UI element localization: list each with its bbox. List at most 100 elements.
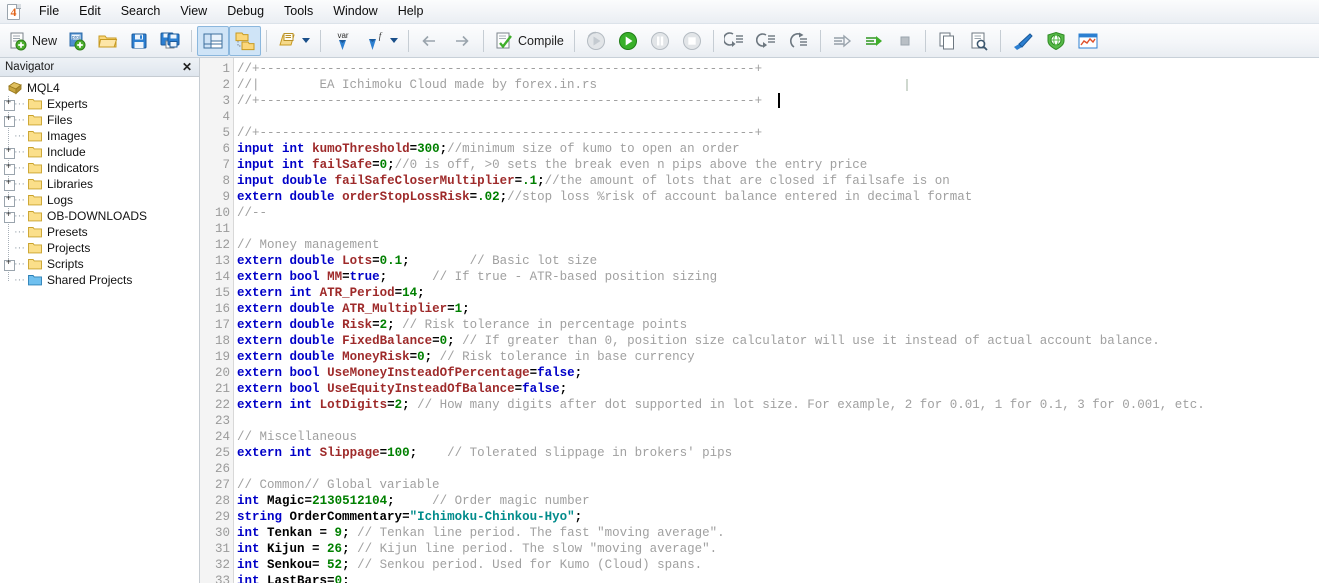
restart-button[interactable]: [580, 26, 612, 56]
toggle-navigator-button[interactable]: [197, 25, 230, 56]
code-line[interactable]: input double failSafeCloserMultiplier=.1…: [237, 173, 1319, 189]
expand-plus-icon[interactable]: [4, 193, 15, 207]
chevron-down-icon[interactable]: [302, 38, 311, 43]
folder-icon: [26, 226, 44, 238]
menu-search[interactable]: Search: [111, 1, 171, 22]
code-line[interactable]: extern bool UseMoneyInsteadOfPercentage=…: [237, 365, 1319, 381]
compile-button[interactable]: Compile: [489, 26, 569, 56]
code-text-area[interactable]: //+-------------------------------------…: [234, 58, 1319, 583]
code-line[interactable]: int Kijun = 26; // Kijun line period. Th…: [237, 541, 1319, 557]
terminal-button[interactable]: [1072, 26, 1104, 56]
variables-button[interactable]: var: [326, 26, 360, 56]
save-all-button[interactable]: [154, 26, 186, 56]
close-icon[interactable]: ✕: [179, 61, 195, 73]
step-over-button[interactable]: [751, 26, 783, 56]
line-number: 20: [214, 366, 230, 380]
expand-plus-icon[interactable]: [4, 97, 15, 111]
step-into-button[interactable]: [719, 26, 751, 56]
code-line[interactable]: extern int LotDigits=2; // How many digi…: [237, 397, 1319, 413]
code-line[interactable]: [237, 221, 1319, 237]
expand-plus-icon[interactable]: [4, 209, 15, 223]
navigator-titlebar: Navigator ✕: [0, 58, 199, 77]
code-line[interactable]: extern bool MM=true; // If true - ATR-ba…: [237, 269, 1319, 285]
expand-plus-icon[interactable]: [4, 161, 15, 175]
run-to-cursor-button[interactable]: [826, 26, 858, 56]
tree-item-logs[interactable]: ··· Logs: [0, 192, 199, 208]
tree-item-ob-downloads[interactable]: ··· OB-DOWNLOADS: [0, 208, 199, 224]
panel-layout-icon: [202, 31, 224, 51]
find-in-file-button[interactable]: [963, 26, 995, 56]
stop-debug-button[interactable]: [890, 26, 920, 56]
functions-button[interactable]: f: [360, 26, 403, 56]
tree-item-shared-projects[interactable]: ··· Shared Projects: [0, 272, 199, 288]
code-line[interactable]: extern double orderStopLossRisk=.02;//st…: [237, 189, 1319, 205]
new-file-button[interactable]: New: [3, 26, 62, 56]
start-button[interactable]: [612, 26, 644, 56]
code-line[interactable]: //+-------------------------------------…: [237, 93, 1319, 109]
menu-edit[interactable]: Edit: [69, 1, 111, 22]
back-button[interactable]: [414, 26, 446, 56]
mql5-community-button[interactable]: [1040, 26, 1072, 56]
code-line[interactable]: [237, 461, 1319, 477]
step-out-button[interactable]: [783, 26, 815, 56]
code-line[interactable]: //--: [237, 205, 1319, 221]
expand-plus-icon[interactable]: [4, 257, 15, 271]
open-button[interactable]: [92, 26, 124, 56]
style-button[interactable]: [1006, 26, 1040, 56]
tree-item-libraries[interactable]: ··· Libraries: [0, 176, 199, 192]
menu-debug[interactable]: Debug: [217, 1, 274, 22]
expand-plus-icon[interactable]: [4, 113, 15, 127]
code-line[interactable]: // Miscellaneous: [237, 429, 1319, 445]
code-line[interactable]: extern double ATR_Multiplier=1;: [237, 301, 1319, 317]
forward-button[interactable]: [446, 26, 478, 56]
code-line[interactable]: extern double MoneyRisk=0; // Risk toler…: [237, 349, 1319, 365]
copy-button[interactable]: [931, 26, 963, 56]
code-line[interactable]: int Tenkan = 9; // Tenkan line period. T…: [237, 525, 1319, 541]
code-line[interactable]: //+-------------------------------------…: [237, 61, 1319, 77]
menu-file[interactable]: File: [29, 1, 69, 22]
tree-item-presets[interactable]: ··· Presets: [0, 224, 199, 240]
code-line[interactable]: extern int Slippage=100; // Tolerated sl…: [237, 445, 1319, 461]
chevron-down-icon[interactable]: [390, 38, 399, 43]
code-line[interactable]: extern bool UseEquityInsteadOfBalance=fa…: [237, 381, 1319, 397]
code-line[interactable]: [237, 109, 1319, 125]
code-line[interactable]: // Money management: [237, 237, 1319, 253]
tree-item-experts[interactable]: ··· Experts: [0, 96, 199, 112]
code-line[interactable]: extern double Risk=2; // Risk tolerance …: [237, 317, 1319, 333]
code-line[interactable]: extern int ATR_Period=14;: [237, 285, 1319, 301]
toggle-toolbox-button[interactable]: [229, 25, 262, 56]
code-line[interactable]: input int kumoThreshold=300;//minimum si…: [237, 141, 1319, 157]
stop-button[interactable]: [676, 26, 708, 56]
tree-item-projects[interactable]: ··· Projects: [0, 240, 199, 256]
code-line[interactable]: extern double FixedBalance=0; // If grea…: [237, 333, 1319, 349]
tree-item-images[interactable]: ··· Images: [0, 128, 199, 144]
bookmarks-button[interactable]: [272, 26, 315, 56]
menu-window[interactable]: Window: [323, 1, 387, 22]
code-editor[interactable]: 1 2 3 4 5 6 7 8 9 10 11 12 13 14 15 16 17 18 19 20 21 22 23 24 2…: [200, 58, 1319, 583]
code-line[interactable]: input int failSafe=0;//0 is off, >0 sets…: [237, 157, 1319, 173]
tree-item-include[interactable]: ··· Include: [0, 144, 199, 160]
menu-tools[interactable]: Tools: [274, 1, 323, 22]
menu-help[interactable]: Help: [388, 1, 434, 22]
code-line[interactable]: int Senkou= 52; // Senkou period. Used f…: [237, 557, 1319, 573]
code-line[interactable]: int LastBars=0;: [237, 573, 1319, 583]
new-project-button[interactable]: proj: [62, 26, 92, 56]
tree-item-files[interactable]: ··· Files: [0, 112, 199, 128]
code-line[interactable]: int Magic=2130512104; // Order magic num…: [237, 493, 1319, 509]
pause-button[interactable]: [644, 26, 676, 56]
debug-run-button[interactable]: [858, 26, 890, 56]
tree-item-mql4[interactable]: MQL4: [0, 80, 199, 96]
code-line[interactable]: extern double Lots=0.1; // Basic lot siz…: [237, 253, 1319, 269]
code-line[interactable]: //| EA Ichimoku Cloud made by forex.in.r…: [237, 77, 1319, 93]
navigator-tree[interactable]: MQL4···Experts···Files···Images···Includ…: [0, 77, 199, 583]
code-line[interactable]: // Common// Global variable: [237, 477, 1319, 493]
tree-item-scripts[interactable]: ··· Scripts: [0, 256, 199, 272]
menu-view[interactable]: View: [170, 1, 217, 22]
code-line[interactable]: string OrderCommentary="Ichimoku-Chinkou…: [237, 509, 1319, 525]
tree-item-indicators[interactable]: ··· Indicators: [0, 160, 199, 176]
expand-plus-icon[interactable]: [4, 177, 15, 191]
code-line[interactable]: //+-------------------------------------…: [237, 125, 1319, 141]
expand-plus-icon[interactable]: [4, 145, 15, 159]
code-line[interactable]: [237, 413, 1319, 429]
save-button[interactable]: [124, 26, 154, 56]
